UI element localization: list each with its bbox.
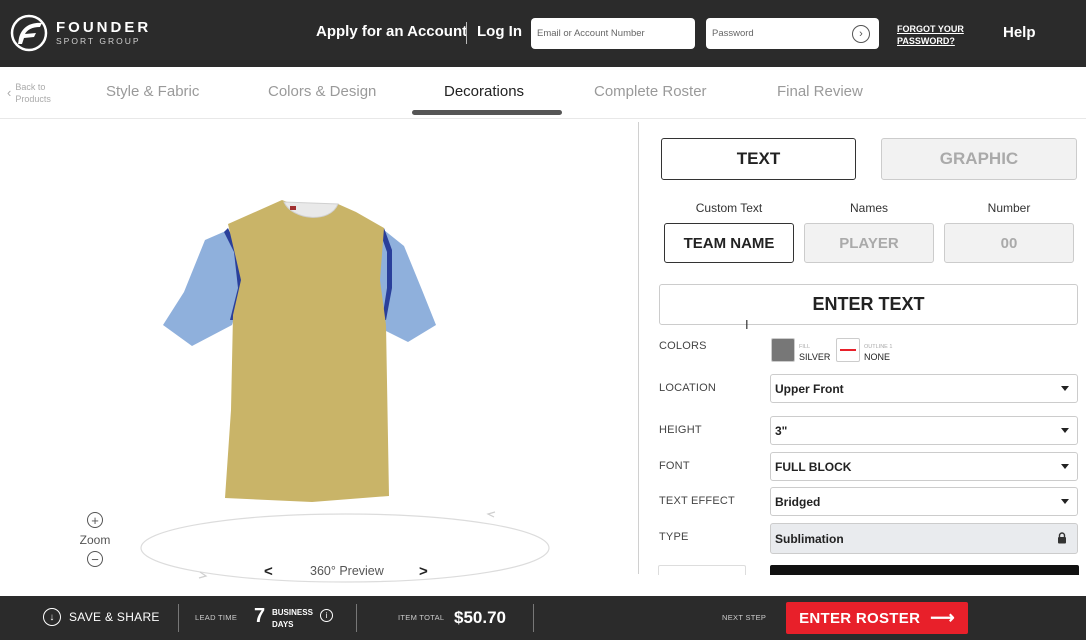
enter-text-field[interactable]: ENTER TEXT	[659, 284, 1078, 325]
outline-none-indicator	[840, 349, 856, 351]
names-label: Names	[849, 201, 888, 215]
fill-caption: FILL	[799, 344, 811, 350]
arrow-right-icon: ⟶	[930, 608, 955, 627]
item-total-caption: ITEM TOTAL	[398, 613, 445, 622]
logo-wordmark: FOUNDER SPORT GROUP	[56, 18, 152, 47]
outline-caption: OUTLINE 1	[864, 344, 893, 350]
team-name-option[interactable]: TEAM NAME	[664, 223, 794, 263]
login-submit-icon[interactable]: ›	[852, 25, 870, 43]
height-select[interactable]: 3"	[770, 416, 1078, 445]
logo-subtitle: SPORT GROUP	[56, 35, 141, 46]
lead-time-unit: BUSINESS DAYS	[272, 608, 313, 629]
fill-value: SILVER	[799, 352, 831, 362]
info-icon[interactable]: i	[320, 609, 333, 622]
back-label: Back to Products	[15, 82, 51, 104]
brand-logo[interactable]: FOUNDER SPORT GROUP	[10, 14, 151, 52]
location-value: Upper Front	[775, 381, 844, 396]
next-step-caption: NEXT STEP	[722, 613, 767, 622]
zoom-out-icon[interactable]: −	[87, 551, 103, 567]
font-label: FONT	[659, 460, 690, 472]
shirt-body	[225, 200, 389, 502]
rotate-right-arrow-icon	[486, 511, 496, 518]
zoom-label: Zoom	[79, 533, 111, 547]
font-select[interactable]: FULL BLOCK	[770, 452, 1078, 481]
type-field: Sublimation	[770, 523, 1078, 554]
back-to-products-link[interactable]: ‹ Back to Products	[7, 81, 59, 105]
download-icon: ↓	[43, 608, 61, 626]
app-root: FOUNDER SPORT GROUP Apply for an Account…	[0, 0, 1086, 640]
number-label: Number	[987, 201, 1031, 215]
lead-time-value: 7	[254, 605, 266, 627]
number-option[interactable]: 00	[944, 223, 1074, 263]
email-field[interactable]	[531, 18, 695, 49]
font-value: FULL BLOCK	[775, 459, 852, 474]
preview-360-label: 360° Preview	[310, 564, 384, 578]
chevron-down-icon	[1061, 428, 1069, 433]
top-header: FOUNDER SPORT GROUP Apply for an Account…	[0, 0, 1086, 67]
height-value: 3"	[775, 423, 788, 438]
text-cursor-icon: I	[745, 317, 749, 332]
step-complete-roster[interactable]: Complete Roster	[594, 83, 707, 100]
zoom-controls: + Zoom −	[78, 512, 112, 567]
panel-divider	[638, 122, 639, 574]
step-colors-design[interactable]: Colors & Design	[268, 83, 376, 100]
text-tab[interactable]: TEXT	[661, 138, 856, 180]
preview-next-button[interactable]: >	[419, 563, 428, 580]
header-divider	[466, 22, 467, 44]
chevron-down-icon	[1061, 386, 1069, 391]
outline-value: NONE	[864, 352, 891, 362]
item-total-value: $50.70	[454, 608, 506, 627]
footer-divider	[178, 604, 179, 632]
custom-text-label: Custom Text	[695, 201, 763, 215]
shirt-tag	[290, 206, 296, 210]
forgot-password-link[interactable]: FORGOT YOUR PASSWORD?	[897, 23, 977, 47]
footer-divider	[356, 604, 357, 632]
location-label: LOCATION	[659, 382, 717, 394]
enter-roster-button[interactable]: ENTER ROSTER ⟶	[786, 602, 968, 634]
outline-color-text: OUTLINE 1 NONE	[864, 342, 892, 362]
partial-button-right[interactable]	[770, 565, 1079, 575]
active-step-indicator	[412, 110, 562, 115]
step-decorations[interactable]: Decorations	[444, 83, 524, 100]
type-value: Sublimation	[775, 531, 844, 546]
lead-time-caption: LEAD TIME	[195, 613, 238, 622]
apply-account-link[interactable]: Apply for an Account	[316, 23, 467, 40]
step-final-review[interactable]: Final Review	[777, 83, 863, 100]
outline-color-swatch[interactable]	[836, 338, 860, 362]
logo-name: FOUNDER	[56, 18, 152, 36]
type-label: TYPE	[659, 531, 689, 543]
chevron-left-icon: ‹	[7, 85, 12, 100]
founder-logo-icon	[10, 14, 48, 52]
outline-color-picker[interactable]: OUTLINE 1 NONE	[836, 338, 892, 362]
text-effect-label: TEXT EFFECT	[659, 495, 735, 507]
graphic-tab[interactable]: GRAPHIC	[881, 138, 1077, 180]
location-select[interactable]: Upper Front	[770, 374, 1078, 403]
footer-divider	[533, 604, 534, 632]
bottom-bar: ↓ SAVE & SHARE LEAD TIME 7 BUSINESS DAYS…	[0, 596, 1086, 640]
chevron-down-icon	[1061, 464, 1069, 469]
player-option[interactable]: PLAYER	[804, 223, 934, 263]
save-share-button[interactable]: ↓ SAVE & SHARE	[43, 608, 160, 626]
zoom-in-icon[interactable]: +	[87, 512, 103, 528]
preview-prev-button[interactable]: <	[264, 563, 273, 580]
help-link[interactable]: Help	[1003, 24, 1036, 41]
fill-color-text: FILL SILVER	[799, 342, 830, 362]
lock-icon	[1058, 532, 1066, 544]
step-style-fabric[interactable]: Style & Fabric	[106, 83, 199, 100]
chevron-down-icon	[1061, 499, 1069, 504]
height-label: HEIGHT	[659, 424, 702, 436]
fill-color-picker[interactable]: FILL SILVER	[771, 338, 830, 362]
login-link[interactable]: Log In	[477, 23, 522, 40]
text-effect-select[interactable]: Bridged	[770, 487, 1078, 516]
colors-label: COLORS	[659, 340, 707, 352]
partial-field-left	[658, 565, 746, 575]
save-share-label: SAVE & SHARE	[69, 610, 160, 624]
enter-roster-label: ENTER ROSTER	[799, 609, 921, 627]
text-effect-value: Bridged	[775, 494, 821, 509]
fill-color-swatch[interactable]	[771, 338, 795, 362]
